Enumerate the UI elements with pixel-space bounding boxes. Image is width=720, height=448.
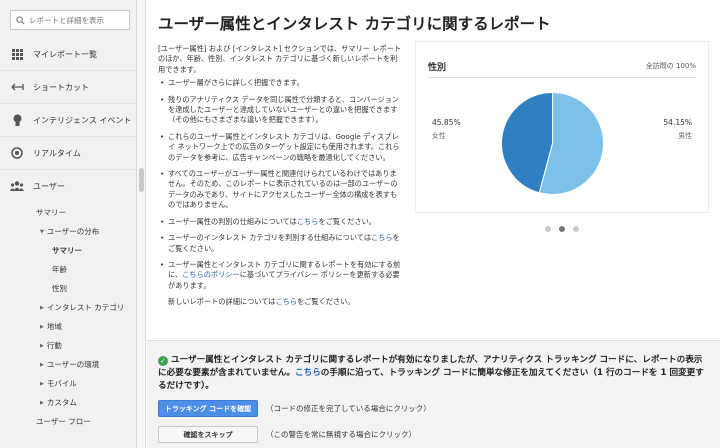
- male-label: 男性: [678, 132, 692, 140]
- sidebar-sub-distribution[interactable]: ▼ ユーザーの分布: [0, 222, 136, 241]
- grid-icon: [10, 47, 24, 61]
- instructions-link[interactable]: こちら: [295, 368, 321, 378]
- list-item: すべてのユーザーがユーザー属性と関連付けられているわけではありません。そのため、…: [158, 169, 403, 211]
- sidebar-search[interactable]: [10, 10, 130, 30]
- carousel-dot[interactable]: [573, 226, 579, 232]
- chevron-right-icon: ▶: [40, 342, 44, 349]
- text: 新しいレポートの詳細については: [168, 297, 276, 307]
- card-title: 性別: [428, 63, 447, 73]
- sidebar-sub-interest[interactable]: ▶ インタレスト カテゴリ: [0, 298, 136, 317]
- chevron-right-icon: ▶: [40, 361, 44, 368]
- sidebar: マイレポート一覧 ショートカット インテリジェンス イベント リアルタイム: [0, 0, 137, 448]
- analytics-app: マイレポート一覧 ショートカット インテリジェンス イベント リアルタイム: [0, 0, 720, 448]
- sidebar-sub-custom[interactable]: ▶ カスタム: [0, 393, 136, 412]
- list-item: 残りのアナリティクス データを同じ属性で分類すると、コンバージョンを達成したユー…: [158, 95, 403, 126]
- intro-section: [ユーザー属性] および [インタレスト] セクションでは、サマリー レポートの…: [158, 44, 403, 310]
- lightbulb-icon: [10, 113, 24, 127]
- sidebar-sub-environment[interactable]: ▶ ユーザーの環境: [0, 355, 136, 374]
- intro-paragraph: [ユーザー属性] および [インタレスト] セクションでは、サマリー レポートの…: [158, 44, 402, 74]
- page-title: ユーザー属性とインタレスト カテゴリに関するレポート: [158, 15, 551, 33]
- sidebar-sub-label: モバイル: [46, 379, 77, 388]
- sidebar-sub-mobile[interactable]: ▶ モバイル: [0, 374, 136, 393]
- list-item: ユーザーのインタレスト カテゴリを判別する仕組みについてはこちらをご覧ください。: [158, 233, 403, 254]
- gender-chart-card: 性別 全訪問の 100% 45.85% 女性 54.15% 男性: [416, 42, 708, 212]
- text: をご覧ください。: [318, 216, 376, 226]
- sidebar-item-intelligence[interactable]: インテリジェンス イベント: [0, 104, 136, 137]
- carousel-dot[interactable]: [545, 226, 551, 232]
- tracking-notice: ✓ ユーザー属性とインタレスト カテゴリに関するレポートが有効になりましたが、アナ…: [147, 340, 720, 448]
- skip-row: 確認をスキップ （この警告を常に無視する場合にクリック）: [158, 426, 416, 443]
- chevron-down-icon: ▼: [40, 228, 44, 235]
- legend-female: 45.85% 女性: [432, 118, 461, 140]
- sidebar-sub-label: ユーザーの環境: [46, 360, 100, 369]
- sidebar-item-users[interactable]: ユーザー: [0, 170, 136, 203]
- skip-check-button[interactable]: 確認をスキップ: [158, 426, 258, 443]
- sidebar-sub-gender[interactable]: 性別: [0, 279, 136, 298]
- confirm-tracking-code-button[interactable]: トラッキング コードを確認: [158, 400, 258, 417]
- list-item: ユーザー属性の判別の仕組みについてはこちらをご覧ください。: [158, 216, 403, 228]
- list-item: ユーザー属性とインタレスト カテゴリに関するレポートを有効にする前に、こちらのポ…: [158, 260, 403, 291]
- text: をご覧ください。: [297, 297, 355, 307]
- female-percent: 45.85%: [432, 118, 461, 127]
- benefit-list: ユーザー層がさらに詳しく把握できます。 残りのアナリティクス データを同じ属性で…: [158, 78, 403, 291]
- confirm-row: トラッキング コードを確認 （コードの修正を完了している場合にクリック）: [158, 400, 431, 417]
- sidebar-sub-label: インタレスト カテゴリ: [46, 303, 125, 312]
- chevron-right-icon: ▶: [40, 399, 44, 406]
- skip-note: （この警告を常に無視する場合にクリック）: [266, 430, 416, 439]
- carousel-dot[interactable]: [559, 226, 565, 232]
- interest-help-link[interactable]: こちら: [371, 233, 393, 242]
- sidebar-sub-label: ユーザーの分布: [46, 227, 100, 236]
- confirm-note: （コードの修正を完了している場合にクリック）: [266, 404, 431, 413]
- policy-link[interactable]: こちらのポリシー: [182, 270, 240, 279]
- sidebar-nav: マイレポート一覧 ショートカット インテリジェンス イベント リアルタイム ユー…: [0, 38, 136, 431]
- sidebar-sub-region[interactable]: ▶ 地域: [0, 317, 136, 336]
- chevron-right-icon: ▶: [40, 323, 44, 330]
- sidebar-item-label: リアルタイム: [33, 148, 81, 158]
- search-icon: [16, 15, 25, 25]
- sidebar-sub-summary[interactable]: サマリー: [0, 203, 136, 222]
- sidebar-item-shortcuts[interactable]: ショートカット: [0, 71, 136, 104]
- sidebar-item-my-reports[interactable]: マイレポート一覧: [0, 38, 136, 71]
- shortcut-arrow-icon: [10, 80, 24, 94]
- sidebar-sub-behavior[interactable]: ▶ 行動: [0, 336, 136, 355]
- sidebar-item-realtime[interactable]: リアルタイム: [0, 137, 136, 170]
- sidebar-item-label: インテリジェンス イベント: [33, 115, 132, 125]
- main-content: ユーザー属性とインタレスト カテゴリに関するレポート [ユーザー属性] および …: [147, 0, 720, 448]
- sidebar-sub-label: 地域: [46, 322, 62, 331]
- list-item: ユーザー層がさらに詳しく把握できます。: [158, 78, 403, 89]
- text: ユーザー属性の判別の仕組みについては: [168, 216, 297, 226]
- pie-chart: [500, 91, 605, 200]
- realtime-clock-icon: [10, 146, 24, 160]
- details-link[interactable]: こちら: [275, 297, 297, 306]
- card-visit-share: 全訪問の 100%: [645, 62, 696, 70]
- sidebar-sub-userflow[interactable]: ユーザー フロー: [0, 412, 136, 431]
- legend-male: 54.15% 男性: [663, 118, 692, 140]
- notice-text: ✓ ユーザー属性とインタレスト カテゴリに関するレポートが有効になりましたが、アナ…: [158, 354, 710, 393]
- male-percent: 54.15%: [663, 118, 692, 127]
- sidebar-scrollbar[interactable]: [137, 0, 146, 448]
- card-header: 性別 全訪問の 100%: [428, 60, 696, 78]
- scrollbar-thumb[interactable]: [139, 168, 144, 192]
- check-icon: ✓: [158, 356, 168, 366]
- pie-chart-svg: [501, 91, 604, 195]
- sidebar-sub-age[interactable]: 年齢: [0, 260, 136, 279]
- text: ユーザーのインタレスト カテゴリを判別する仕組みについては: [168, 233, 372, 243]
- search-input[interactable]: [29, 15, 129, 25]
- sidebar-item-label: ショートカット: [33, 82, 89, 92]
- list-item: これらのユーザー属性とインタレスト カテゴリは、Google ディスプレイ ネッ…: [158, 132, 403, 163]
- sidebar-sub-dist-summary[interactable]: サマリー: [0, 241, 136, 260]
- female-label: 女性: [432, 132, 446, 140]
- carousel-dots: [417, 226, 707, 232]
- chevron-right-icon: ▶: [40, 304, 44, 311]
- chevron-right-icon: ▶: [40, 380, 44, 387]
- sidebar-sub-label: 行動: [46, 341, 62, 350]
- sidebar-item-label: マイレポート一覧: [33, 49, 97, 59]
- details-paragraph: 新しいレポートの詳細についてはこちらをご覧ください。: [158, 297, 403, 307]
- sidebar-item-label: ユーザー: [33, 182, 65, 191]
- sidebar-sub-label: カスタム: [46, 398, 77, 407]
- demographics-help-link[interactable]: こちら: [297, 217, 319, 226]
- users-icon: [10, 180, 24, 194]
